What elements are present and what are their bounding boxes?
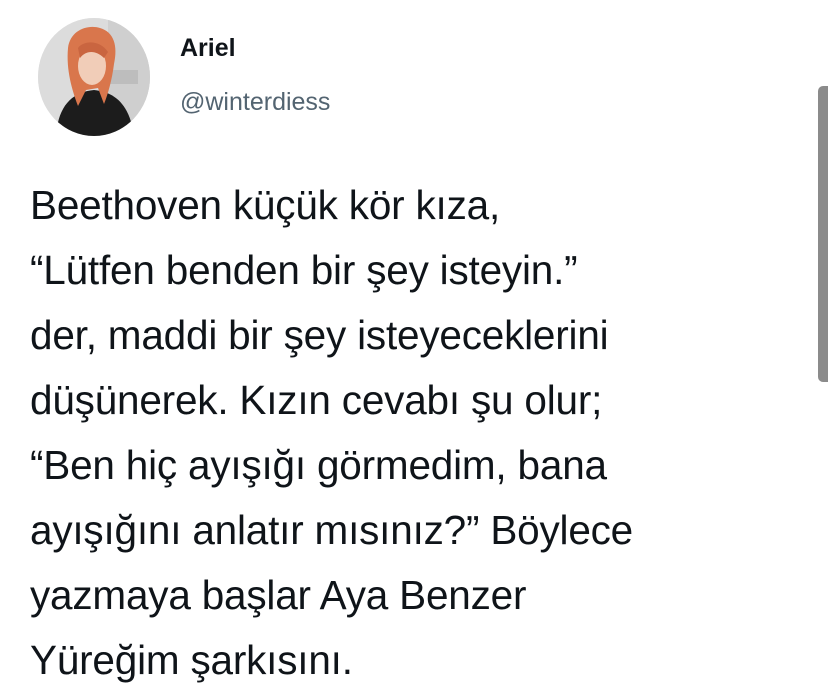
tweet-text-line: ayışığını anlatır mısınız?” Böylece [30, 507, 634, 553]
tweet-text-line: düşünerek. Kızın cevabı şu olur; [30, 377, 603, 423]
scrollbar-thumb[interactable] [818, 86, 828, 382]
tweet-author: Ariel @winterdiess [180, 32, 330, 118]
tweet-text-line: Yüreğim şarkısını. [30, 637, 353, 683]
author-display-name[interactable]: Ariel [180, 32, 330, 64]
tweet-screenshot: { "author": { "display_name": "Ariel", "… [0, 0, 828, 694]
tweet-text: Beethoven küçük kör kıza, “Lütfen benden… [30, 173, 810, 693]
avatar[interactable] [38, 18, 150, 136]
tweet-text-line: yazmaya başlar Aya Benzer [30, 572, 527, 618]
avatar-photo [38, 18, 150, 136]
tweet-text-line: “Ben hiç ayışığı görmedim, bana [30, 442, 607, 488]
tweet-text-line: der, maddi bir şey isteyeceklerini [30, 312, 609, 358]
tweet-text-line: Beethoven küçük kör kıza, [30, 182, 501, 228]
author-handle[interactable]: @winterdiess [180, 86, 330, 118]
tweet-text-line: “Lütfen benden bir şey isteyin.” [30, 247, 578, 293]
